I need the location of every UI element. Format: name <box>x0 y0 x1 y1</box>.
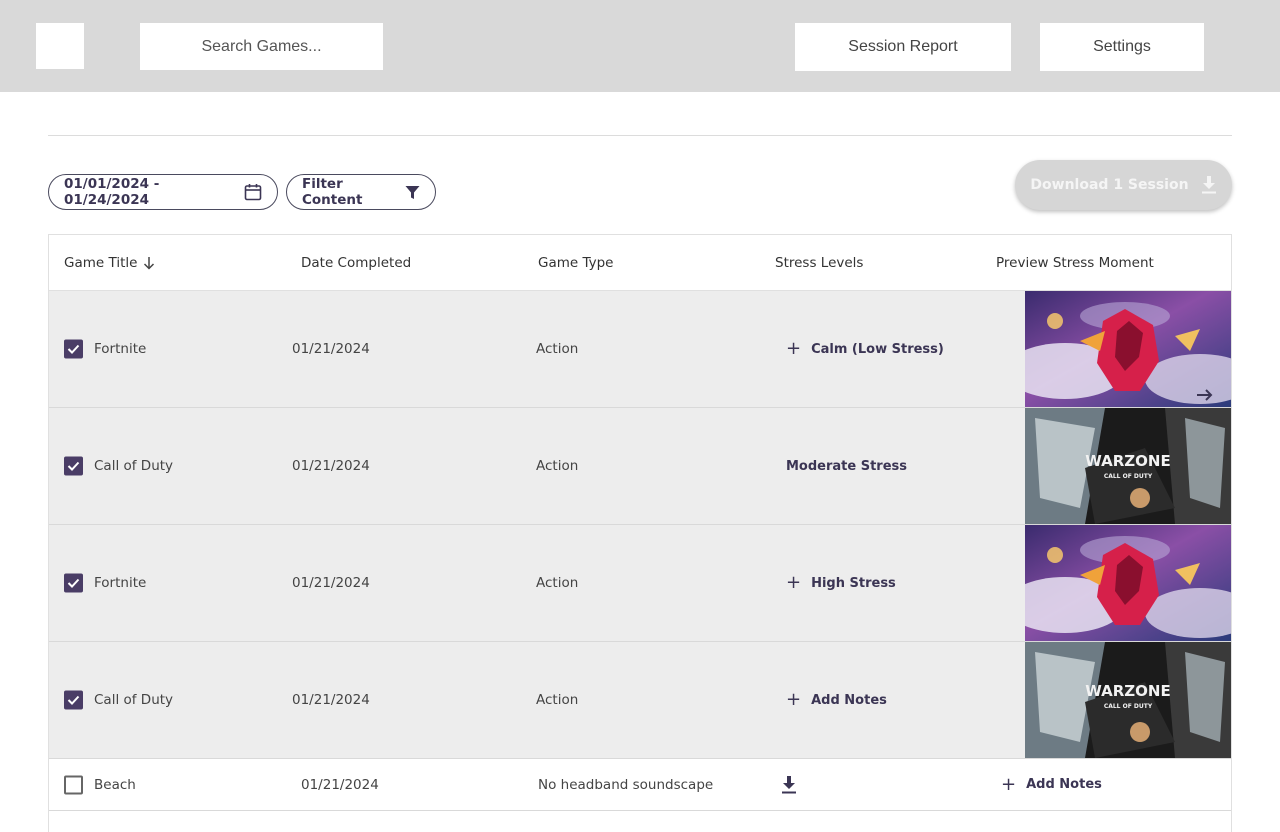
download-icon <box>782 775 796 793</box>
download-row-button[interactable] <box>781 759 797 810</box>
sessions-table: Game Title Date Completed Game Type Stre… <box>48 234 1232 832</box>
row-checkbox[interactable] <box>64 456 83 476</box>
check-icon <box>67 461 80 471</box>
date-completed: 01/21/2024 <box>292 458 370 474</box>
header-label: Stress Levels <box>775 255 864 271</box>
game-title: Call of Duty <box>94 692 174 708</box>
date-range-picker[interactable]: 01/01/2024 - 01/24/2024 <box>48 174 278 210</box>
download-session-button[interactable]: Download 1 Session <box>1015 160 1232 210</box>
header-stress-levels: Stress Levels <box>775 235 863 291</box>
warzone-image: WARZONE CALL OF DUTY <box>1025 408 1231 524</box>
calendar-icon <box>244 184 262 201</box>
top-bar: Session Report Settings <box>0 0 1280 92</box>
stress-level-label: Moderate Stress <box>786 458 908 474</box>
header-game-title[interactable]: Game Title <box>64 235 155 291</box>
header-date-completed: Date Completed <box>301 235 411 291</box>
fortnite-image <box>1025 291 1231 407</box>
logo[interactable] <box>36 23 84 69</box>
filter-icon <box>405 185 420 199</box>
row-checkbox[interactable] <box>64 775 83 794</box>
divider <box>48 135 1232 136</box>
add-notes-label: Add Notes <box>811 692 887 708</box>
row-checkbox[interactable] <box>64 339 83 359</box>
stress-level-button[interactable]: + Calm (Low Stress) <box>786 291 944 407</box>
add-notes-button[interactable]: + Add Notes <box>786 642 887 758</box>
plus-icon: + <box>1001 773 1017 795</box>
header-label: Preview Stress Moment <box>996 255 1154 271</box>
table-row[interactable]: Call of Duty 01/21/2024 Action + Add Not… <box>49 642 1231 759</box>
row-checkbox[interactable] <box>64 690 83 710</box>
table-row[interactable]: Call of Duty 01/21/2024 Action Moderate … <box>49 408 1231 525</box>
preview-thumbnail-warzone[interactable]: WARZONE CALL OF DUTY <box>1025 408 1231 524</box>
plus-icon: + <box>786 689 802 710</box>
preview-thumbnail-warzone[interactable]: WARZONE CALL OF DUTY <box>1025 642 1231 758</box>
game-type: No headband soundscape <box>538 776 714 793</box>
preview-thumbnail-fortnite[interactable] <box>1025 291 1231 407</box>
date-completed: 01/21/2024 <box>292 575 370 591</box>
row-checkbox[interactable] <box>64 573 83 593</box>
stress-level-label: High Stress <box>811 575 896 591</box>
date-completed: 01/21/2024 <box>292 341 370 357</box>
warzone-image: WARZONE CALL OF DUTY <box>1025 642 1231 758</box>
svg-text:CALL OF DUTY: CALL OF DUTY <box>1104 703 1153 710</box>
game-title: Fortnite <box>94 575 147 591</box>
header-label: Game Type <box>538 255 614 271</box>
game-type: Action <box>536 575 579 591</box>
header-label: Date Completed <box>301 255 412 271</box>
game-title: Fortnite <box>94 341 147 357</box>
svg-text:CALL OF DUTY: CALL OF DUTY <box>1104 473 1153 480</box>
filter-content-label: Filter Content <box>302 176 363 208</box>
download-icon <box>1201 176 1216 194</box>
preview-thumbnail-fortnite[interactable] <box>1025 525 1231 641</box>
date-completed: 01/21/2024 <box>301 776 379 793</box>
header-game-type: Game Type <box>538 235 614 291</box>
svg-text:WARZONE: WARZONE <box>1085 682 1170 700</box>
check-icon <box>67 695 80 705</box>
table-header: Game Title Date Completed Game Type Stre… <box>49 235 1231 291</box>
session-report-button[interactable]: Session Report <box>795 23 1011 71</box>
download-session-label: Download 1 Session <box>1030 177 1189 193</box>
game-type: Action <box>536 341 579 357</box>
add-notes-button[interactable]: + Add Notes <box>1001 759 1102 810</box>
table-row[interactable]: Fortnite 01/21/2024 Action + High Stress <box>49 525 1231 642</box>
table-row[interactable]: Fortnite 01/21/2024 Action + Calm (Low S… <box>49 291 1231 408</box>
stress-level-label: Calm (Low Stress) <box>811 341 944 357</box>
table-row[interactable]: Beach 01/21/2024 No headband soundscape … <box>49 759 1231 811</box>
fortnite-image <box>1025 525 1231 641</box>
filter-content-button[interactable]: Filter Content <box>286 174 436 210</box>
stress-level-button[interactable]: Moderate Stress <box>786 408 907 524</box>
game-type: Action <box>536 692 579 708</box>
date-completed: 01/21/2024 <box>292 692 370 708</box>
stress-level-button[interactable]: + High Stress <box>786 525 896 641</box>
header-label: Game Title <box>64 255 138 271</box>
game-type: Action <box>536 458 579 474</box>
settings-button[interactable]: Settings <box>1040 23 1204 71</box>
plus-icon: + <box>786 338 802 359</box>
add-notes-label: Add Notes <box>1026 777 1102 792</box>
game-title: Beach <box>94 776 136 793</box>
date-range-label: 01/01/2024 - 01/24/2024 <box>64 176 160 208</box>
plus-icon: + <box>786 572 802 593</box>
sort-down-icon[interactable] <box>143 256 155 270</box>
svg-text:WARZONE: WARZONE <box>1085 452 1170 470</box>
check-icon <box>67 578 80 588</box>
header-preview-stress-moment: Preview Stress Moment <box>996 235 1154 291</box>
check-icon <box>67 344 80 354</box>
search-input[interactable] <box>140 23 383 70</box>
game-title: Call of Duty <box>94 458 174 474</box>
